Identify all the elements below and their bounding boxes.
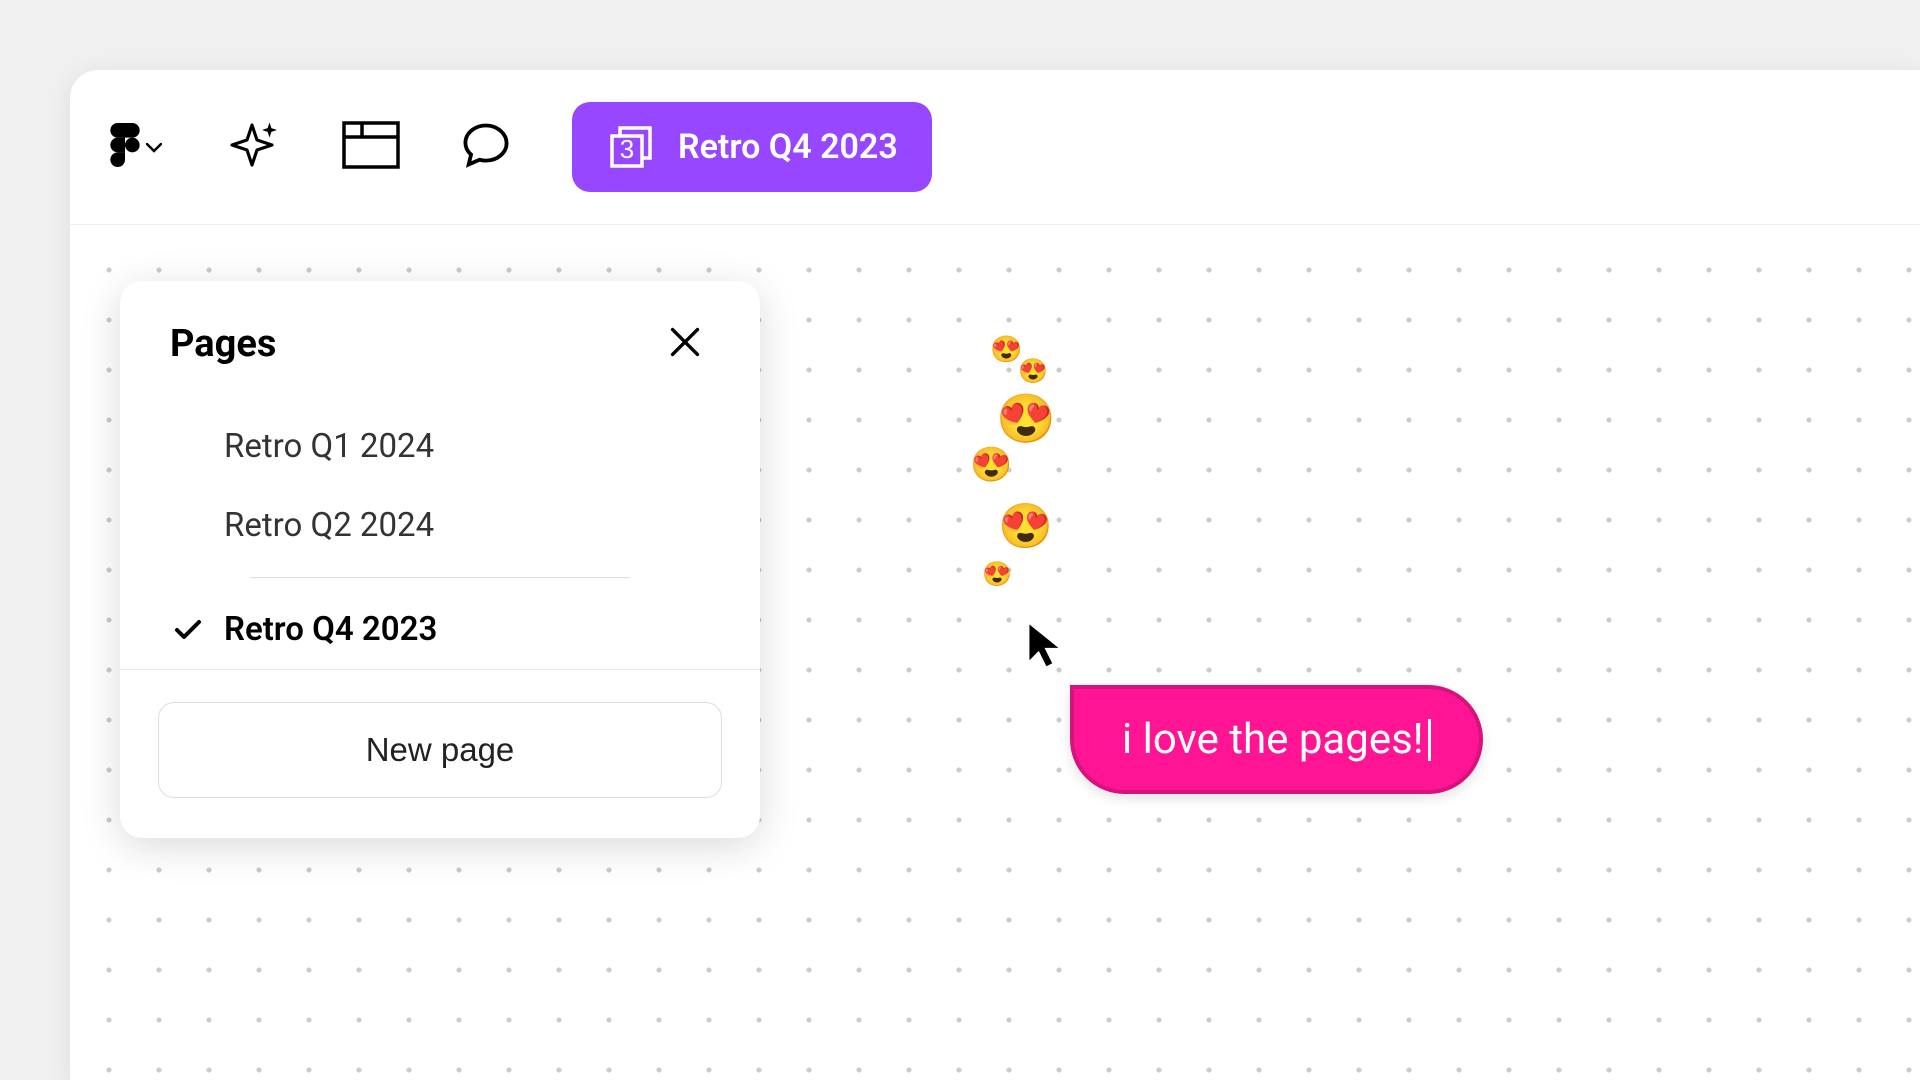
emoji-reaction-cluster: 😍 😍 😍 😍 😍 😍 [970, 335, 1090, 615]
chat-bubble-text: i love the pages! [1122, 715, 1424, 764]
collaborator-cursor [1025, 620, 1067, 674]
heart-eyes-emoji-icon: 😍 [982, 560, 1012, 588]
figma-menu-button[interactable] [110, 123, 162, 171]
close-icon [668, 344, 702, 363]
chevron-down-icon [146, 138, 162, 157]
pages-stack-icon: 3 [606, 122, 656, 172]
pages-list: Retro Q1 2024 Retro Q2 2024 Retro Q4 202… [120, 387, 760, 669]
heart-eyes-emoji-icon: 😍 [998, 500, 1053, 552]
page-count: 3 [620, 134, 634, 164]
page-item-label: Retro Q1 2024 [224, 427, 710, 466]
pages-panel-title: Pages [170, 322, 276, 366]
figma-logo-icon [110, 123, 140, 171]
text-caret [1428, 719, 1431, 761]
page-selector-chip[interactable]: 3 Retro Q4 2023 [572, 102, 932, 192]
cursor-icon [1025, 655, 1067, 674]
page-item-selected[interactable]: Retro Q4 2023 [120, 590, 760, 669]
toolbar: 3 Retro Q4 2023 [70, 70, 1920, 225]
frame-icon [342, 121, 400, 173]
app-window: 3 Retro Q4 2023 Pages [70, 70, 1920, 1080]
divider [250, 577, 630, 578]
collaborator-chat-bubble[interactable]: i love the pages! [1070, 685, 1483, 794]
close-pages-button[interactable] [660, 317, 710, 371]
heart-eyes-emoji-icon: 😍 [1018, 357, 1048, 385]
checkmark-icon [174, 619, 202, 641]
page-chip-label: Retro Q4 2023 [678, 127, 898, 167]
new-page-button[interactable]: New page [158, 702, 722, 798]
comment-tool-button[interactable] [460, 119, 512, 175]
heart-eyes-emoji-icon: 😍 [996, 390, 1056, 447]
page-item[interactable]: Retro Q1 2024 [120, 407, 760, 486]
pages-panel: Pages Retro Q1 2024 Retro Q2 2024 [120, 281, 760, 838]
heart-eyes-emoji-icon: 😍 [970, 445, 1012, 485]
sparkle-icon [222, 115, 282, 179]
page-item-label: Retro Q4 2023 [224, 610, 710, 649]
comment-icon [460, 119, 512, 175]
pages-panel-header: Pages [120, 281, 760, 387]
pages-panel-footer: New page [120, 669, 760, 838]
frame-tool-button[interactable] [342, 121, 400, 173]
page-item-label: Retro Q2 2024 [224, 506, 710, 545]
page-item[interactable]: Retro Q2 2024 [120, 486, 760, 565]
sparkle-tool-button[interactable] [222, 115, 282, 179]
canvas[interactable]: Pages Retro Q1 2024 Retro Q2 2024 [70, 225, 1920, 1080]
